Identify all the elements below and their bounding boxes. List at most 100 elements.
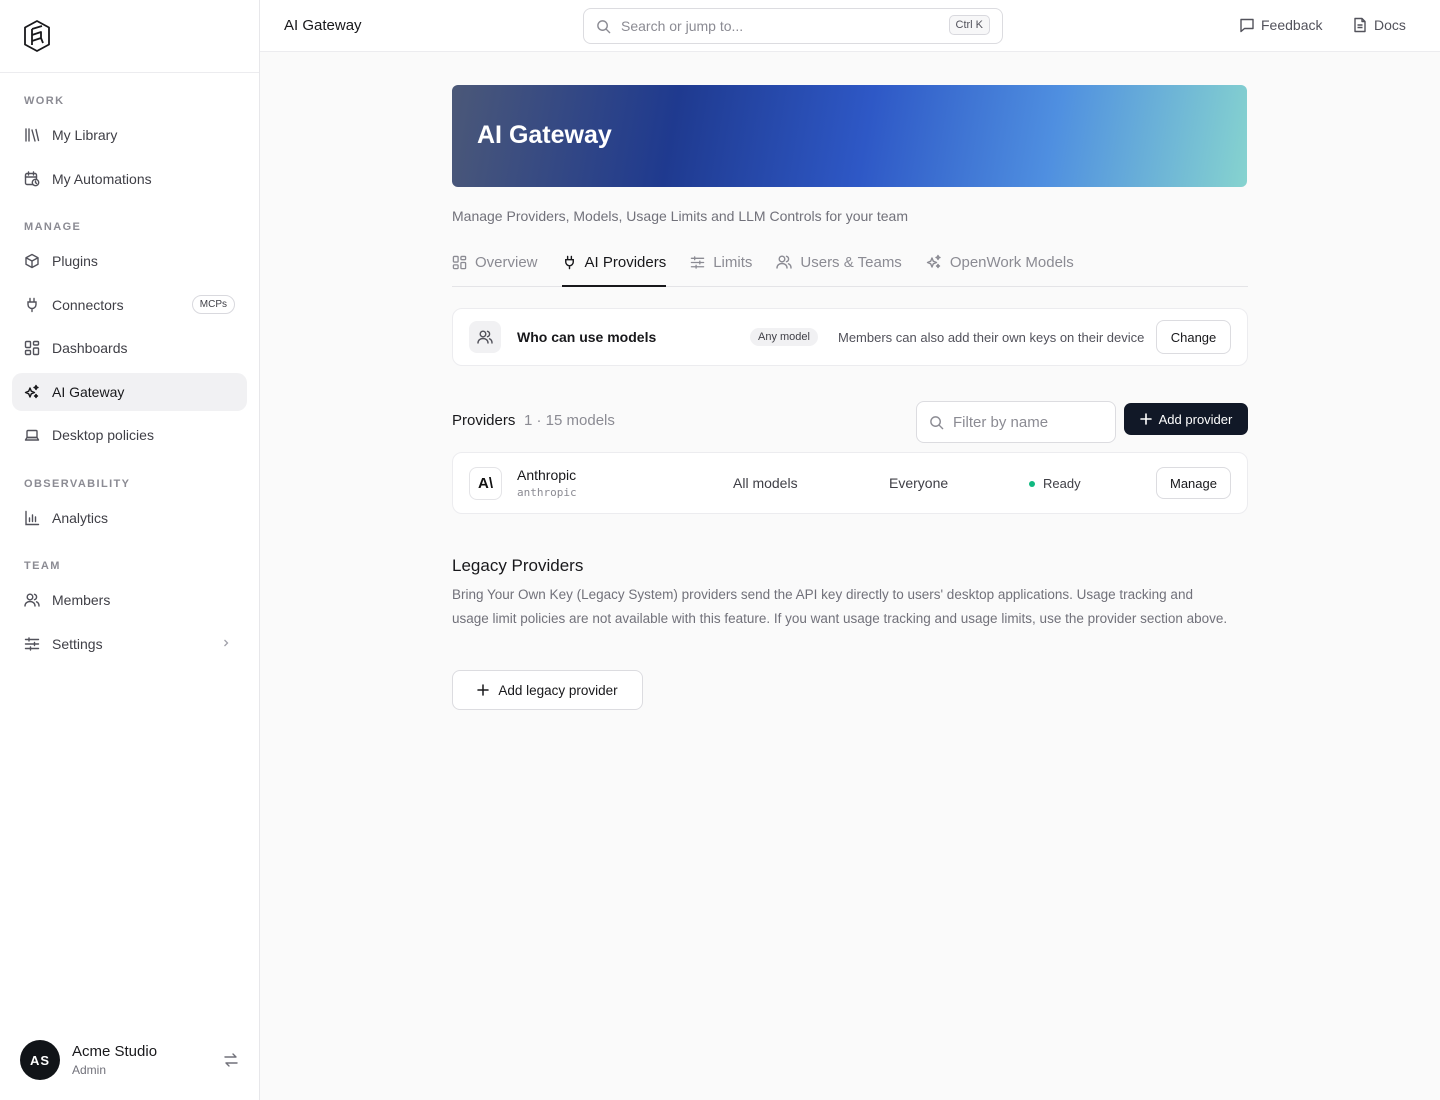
sidebar-item-connectors[interactable]: Connectors MCPs <box>12 286 247 324</box>
legacy-description: Bring Your Own Key (Legacy System) provi… <box>452 587 1228 626</box>
sidebar-item-analytics[interactable]: Analytics <box>12 499 247 537</box>
plug-icon <box>27 297 37 313</box>
sidebar-item-label: Settings <box>52 636 103 652</box>
status-badge: Ready <box>1029 476 1081 491</box>
change-access-button[interactable]: Change <box>1156 320 1231 354</box>
section-label-observability: OBSERVABILITY <box>24 478 131 490</box>
sidebar-item-label: Dashboards <box>52 340 128 356</box>
sidebar: WORK My Library My Automations MANAGE Pl… <box>0 0 260 1100</box>
add-provider-button[interactable]: Add provider <box>1124 403 1248 435</box>
add-legacy-label: Add legacy provider <box>498 682 618 698</box>
page-title: AI Gateway <box>284 17 362 34</box>
sidebar-item-label: My Automations <box>52 171 152 187</box>
tab-label: Overview <box>475 253 538 271</box>
access-title: Who can use models <box>517 329 657 345</box>
tab-openwork-models[interactable]: OpenWork Models <box>926 248 1074 286</box>
chevron-right-icon <box>224 639 229 647</box>
dashboard-grid-icon <box>24 340 40 356</box>
providers-label: Providers <box>452 412 516 429</box>
feedback-label: Feedback <box>1261 17 1323 33</box>
filter-input[interactable] <box>953 413 1103 431</box>
global-search[interactable]: Ctrl K <box>583 8 1003 44</box>
table-row[interactable]: A\ Anthropic anthropic All models Everyo… <box>452 452 1248 514</box>
add-legacy-provider-button[interactable]: Add legacy provider <box>452 670 643 710</box>
user-info: Acme Studio Admin <box>72 1043 157 1077</box>
user-name: Acme Studio <box>72 1043 158 1060</box>
calendar-clock-icon <box>24 171 40 187</box>
section-label-work: WORK <box>24 95 65 107</box>
users-icon <box>776 255 793 269</box>
sidebar-item-label: Members <box>52 592 111 608</box>
tab-label: Users & Teams <box>800 253 902 271</box>
tab-ai-providers[interactable]: AI Providers <box>561 248 667 287</box>
sidebar-item-label: Analytics <box>52 510 109 526</box>
cube-icon <box>25 253 39 269</box>
search-input[interactable] <box>621 18 941 34</box>
providers-count: 1 · 15 models <box>524 412 615 429</box>
sparkles-icon <box>24 384 39 399</box>
sidebar-item-label: Desktop policies <box>52 427 154 443</box>
add-provider-label: Add provider <box>1158 411 1233 427</box>
feedback-link[interactable]: Feedback <box>1239 17 1322 33</box>
manage-provider-button[interactable]: Manage <box>1156 467 1231 499</box>
sidebar-item-label: AI Gateway <box>52 384 125 400</box>
section-label-manage: MANAGE <box>24 221 82 233</box>
docs-label: Docs <box>1374 17 1406 33</box>
user-account[interactable]: AS Acme Studio Admin <box>20 1039 245 1081</box>
status-dot-icon <box>1029 480 1035 487</box>
tab-bar: Overview AI Providers Limits Users & Tea… <box>452 248 1248 287</box>
avatar: AS <box>20 1040 60 1080</box>
tab-label: AI Providers <box>584 253 667 271</box>
users-icon <box>24 593 40 607</box>
sidebar-item-plugins[interactable]: Plugins <box>12 242 247 280</box>
status-label: Ready <box>1043 476 1081 491</box>
sidebar-item-label: Connectors <box>52 297 124 313</box>
sidebar-item-my-automations[interactable]: My Automations <box>12 160 247 198</box>
plus-icon <box>477 684 490 696</box>
tab-overview[interactable]: Overview <box>452 248 538 286</box>
message-square-icon <box>1240 18 1254 33</box>
sidebar-item-members[interactable]: Members <box>12 581 247 619</box>
logo-area <box>0 0 259 73</box>
sliders-icon <box>24 637 40 651</box>
banner-title: AI Gateway <box>477 121 612 149</box>
sidebar-item-my-library[interactable]: My Library <box>12 116 247 154</box>
bar-chart-icon <box>25 510 40 526</box>
tab-limits[interactable]: Limits <box>690 248 752 286</box>
access-scope-badge: Any model <box>750 328 818 346</box>
sidebar-item-desktop-policies[interactable]: Desktop policies <box>12 416 247 454</box>
plug-icon <box>564 255 574 269</box>
laptop-icon <box>24 429 40 441</box>
grid-icon <box>452 255 467 269</box>
tab-users-teams[interactable]: Users & Teams <box>776 248 902 286</box>
hexagon-logo-icon[interactable] <box>22 19 52 53</box>
sidebar-item-ai-gateway[interactable]: AI Gateway <box>12 373 247 411</box>
anthropic-logo-icon: A\ <box>469 467 502 500</box>
provider-slug: anthropic <box>517 486 577 499</box>
switch-account-icon[interactable] <box>223 1052 239 1068</box>
search-icon <box>930 415 944 429</box>
hero-banner: AI Gateway <box>452 85 1247 187</box>
provider-models: All models <box>733 475 798 491</box>
plus-icon <box>1139 413 1152 425</box>
sliders-icon <box>690 255 705 269</box>
provider-name: Anthropic <box>517 467 577 483</box>
main-content: AI Gateway Manage Providers, Models, Usa… <box>452 85 1248 710</box>
mcps-badge: MCPs <box>191 295 235 314</box>
user-role: Admin <box>72 1063 107 1077</box>
sidebar-item-label: Plugins <box>52 253 98 269</box>
providers-header: Providers 1 · 15 models Add provider <box>452 401 1248 443</box>
sidebar-item-settings[interactable]: Settings <box>12 625 247 663</box>
users-icon <box>469 321 501 353</box>
tab-label: OpenWork Models <box>949 253 1074 271</box>
tab-label: Limits <box>713 253 753 271</box>
model-access-card: Who can use models Any model Members can… <box>452 308 1248 366</box>
legacy-title: Legacy Providers <box>452 556 584 575</box>
docs-link[interactable]: Docs <box>1352 17 1406 33</box>
sparkles-icon <box>926 254 941 269</box>
library-icon <box>25 128 40 142</box>
provider-filter[interactable] <box>916 401 1116 443</box>
topbar: AI Gateway Ctrl K Feedback Docs <box>260 0 1440 52</box>
sidebar-item-dashboards[interactable]: Dashboards <box>12 329 247 367</box>
page-subtitle: Manage Providers, Models, Usage Limits a… <box>452 208 908 224</box>
